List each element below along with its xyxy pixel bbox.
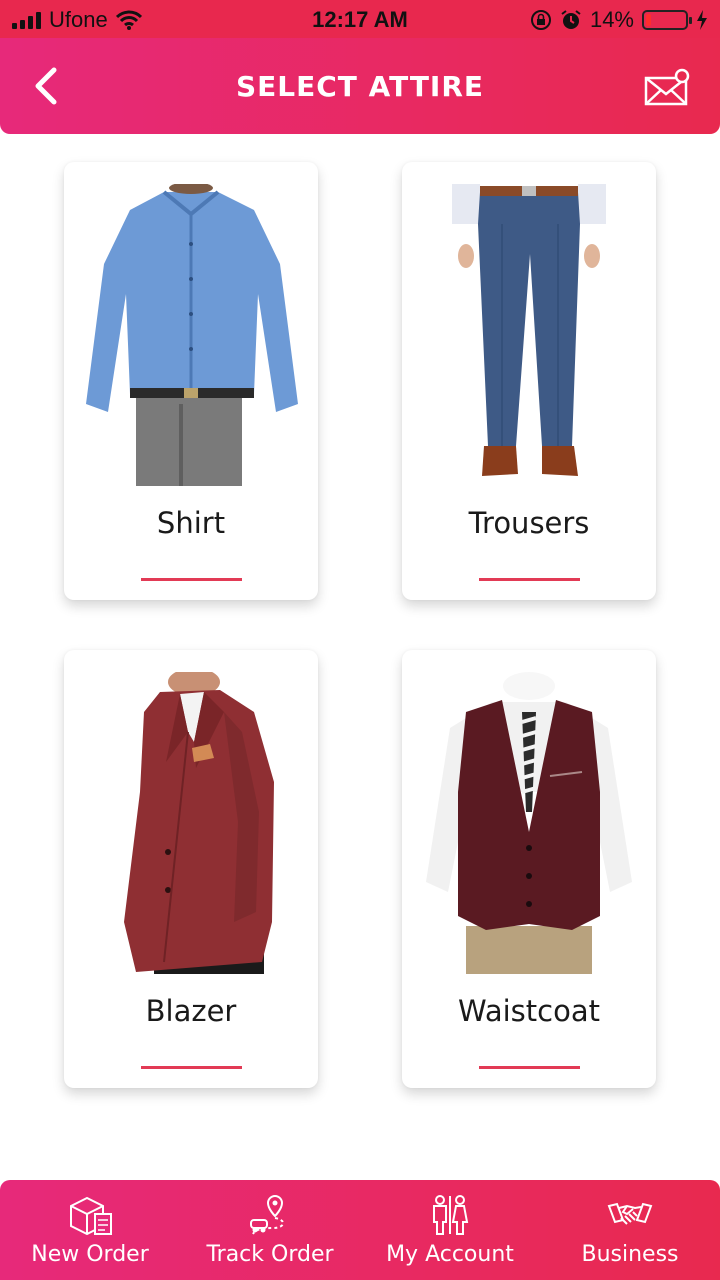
attire-label: Trousers: [468, 506, 590, 540]
mail-notification-icon: [644, 68, 690, 106]
page-title: SELECT ATTIRE: [235, 70, 485, 103]
alarm-icon: [561, 10, 581, 29]
attire-underline: [479, 1066, 580, 1069]
waistcoat-image: [426, 672, 632, 974]
bottom-nav: New Order Track Order My Account Busines…: [0, 1180, 720, 1280]
handshake-icon: [607, 1202, 653, 1225]
status-bar: Ufone 12:17 AM 14%: [0, 0, 720, 38]
attire-card-shirt[interactable]: Shirt: [64, 162, 318, 600]
blazer-image: [124, 672, 274, 974]
nav-my-account[interactable]: My Account: [360, 1180, 540, 1280]
battery-icon: [642, 10, 692, 30]
trousers-image: [452, 184, 606, 476]
attire-card-blazer[interactable]: Blazer: [64, 650, 318, 1088]
nav-track-order[interactable]: Track Order: [180, 1180, 360, 1280]
attire-card-trousers[interactable]: Trousers: [402, 162, 656, 600]
battery-percent: 14%: [589, 7, 634, 32]
charging-icon: [697, 10, 707, 30]
people-icon: [433, 1195, 469, 1235]
status-right: 14%: [530, 7, 708, 33]
attire-card-waistcoat[interactable]: Waistcoat: [402, 650, 656, 1088]
attire-underline: [141, 578, 242, 581]
attire-label: Shirt: [156, 506, 226, 540]
orientation-lock-icon: [530, 10, 551, 30]
shirt-image: [86, 184, 298, 486]
nav-label: Business: [581, 1242, 679, 1267]
app-header: SELECT ATTIRE: [0, 38, 720, 134]
order-box-icon: [70, 1196, 112, 1236]
attire-label: Blazer: [145, 994, 237, 1028]
nav-business[interactable]: Business: [540, 1180, 720, 1280]
attire-underline: [141, 1066, 242, 1069]
nav-label: Track Order: [206, 1242, 334, 1267]
track-location-icon: [250, 1194, 284, 1235]
attire-underline: [479, 578, 580, 581]
attire-label: Waistcoat: [458, 994, 600, 1028]
nav-new-order[interactable]: New Order: [0, 1180, 180, 1280]
mail-button[interactable]: [644, 68, 692, 108]
nav-label: My Account: [386, 1242, 514, 1267]
battery-level: [646, 14, 651, 26]
nav-label: New Order: [31, 1242, 149, 1267]
